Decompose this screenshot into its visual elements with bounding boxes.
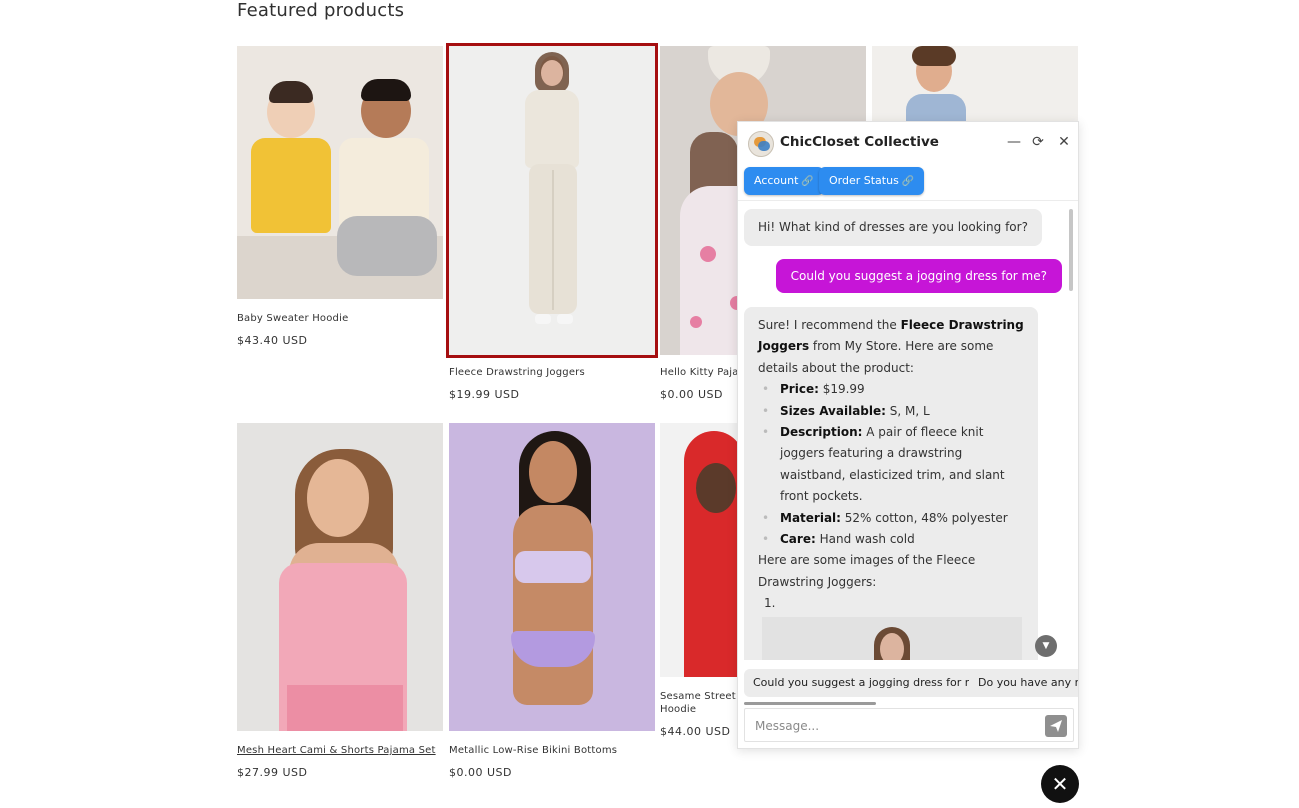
link-icon: 🔗	[901, 176, 915, 187]
product-name[interactable]: Baby Sweater Hoodie	[237, 312, 443, 325]
detail-item: Material: 52% cotton, 48% polyester	[758, 508, 1024, 530]
suggestion-chip[interactable]: Could you suggest a jogging dress for me…	[744, 669, 998, 697]
section-title: Featured products	[237, 0, 405, 21]
product-card[interactable]: Baby Sweater Hoodie $43.40 USD	[237, 46, 443, 347]
message-list[interactable]: Hi! What kind of dresses are you looking…	[738, 200, 1078, 660]
product-image[interactable]	[237, 423, 443, 731]
brand-logo-icon	[748, 131, 774, 157]
product-card[interactable]	[872, 46, 1078, 122]
product-card[interactable]: Mesh Heart Cami & Shorts Pajama Set $27.…	[237, 423, 443, 779]
product-price: $27.99 USD	[237, 766, 308, 779]
product-name[interactable]: Metallic Low-Rise Bikini Bottoms	[449, 744, 655, 757]
product-image-selected[interactable]	[446, 43, 658, 358]
product-image[interactable]	[237, 46, 443, 299]
product-name[interactable]: Fleece Drawstring Joggers	[449, 366, 655, 379]
product-card[interactable]: Metallic Low-Rise Bikini Bottoms $0.00 U…	[449, 423, 655, 779]
product-details-list: Price: $19.99 Sizes Available: S, M, L D…	[758, 379, 1024, 551]
suggestion-scrollbar[interactable]	[744, 702, 876, 705]
product-price: $19.99 USD	[449, 388, 520, 401]
message-input[interactable]	[755, 715, 1025, 737]
scroll-down-icon[interactable]: ▼	[1035, 635, 1057, 657]
product-card[interactable]: Fleece Drawstring Joggers $19.99 USD	[446, 43, 658, 401]
chat-brand-title: ChicCloset Collective	[780, 134, 939, 150]
product-price: $0.00 USD	[449, 766, 512, 779]
product-image[interactable]	[449, 423, 655, 731]
close-icon[interactable]: ✕	[1055, 133, 1073, 151]
detail-item: Care: Hand wash cold	[758, 529, 1024, 551]
message-input-box[interactable]	[744, 708, 1074, 742]
list-number: 1.	[764, 596, 776, 611]
refresh-icon[interactable]: ⟳	[1029, 133, 1047, 151]
send-button[interactable]	[1045, 715, 1067, 737]
chat-widget: ChicCloset Collective — ⟳ ✕ Account 🔗 Ord…	[737, 121, 1079, 749]
detail-item: Description: A pair of fleece knit jogge…	[758, 422, 1024, 508]
order-status-link-label: Order Status	[829, 174, 899, 187]
close-chat-button[interactable]: ✕	[1041, 765, 1079, 803]
chat-header: ChicCloset Collective — ⟳ ✕	[738, 122, 1078, 164]
paper-plane-icon	[1050, 720, 1062, 732]
product-name-link[interactable]: Mesh Heart Cami & Shorts Pajama Set	[237, 744, 443, 757]
order-status-link-button[interactable]: Order Status 🔗	[819, 167, 925, 195]
bot-message: Sure! I recommend the Fleece Drawstring …	[744, 307, 1038, 660]
product-image[interactable]	[872, 46, 1078, 122]
account-link-button[interactable]: Account 🔗	[744, 167, 824, 195]
user-message: Could you suggest a jogging dress for me…	[775, 259, 1062, 293]
suggestion-chip[interactable]: Do you have any rec	[969, 669, 1078, 697]
product-thumbnail[interactable]	[762, 616, 1022, 660]
minimize-icon[interactable]: —	[1005, 133, 1023, 151]
detail-item: Sizes Available: S, M, L	[758, 401, 1024, 423]
link-icon: 🔗	[801, 176, 814, 187]
message-scrollbar[interactable]	[1069, 209, 1073, 291]
detail-item: Price: $19.99	[758, 379, 1024, 401]
account-link-label: Account	[754, 174, 799, 187]
bot-message: Hi! What kind of dresses are you looking…	[744, 209, 1042, 247]
product-price: $43.40 USD	[237, 334, 308, 347]
images-intro: Here are some images of the Fleece Draws…	[758, 553, 976, 589]
bot-intro: Sure! I recommend the Fleece Drawstring …	[758, 318, 1024, 375]
suggestion-row: Could you suggest a jogging dress for me…	[738, 666, 1078, 700]
